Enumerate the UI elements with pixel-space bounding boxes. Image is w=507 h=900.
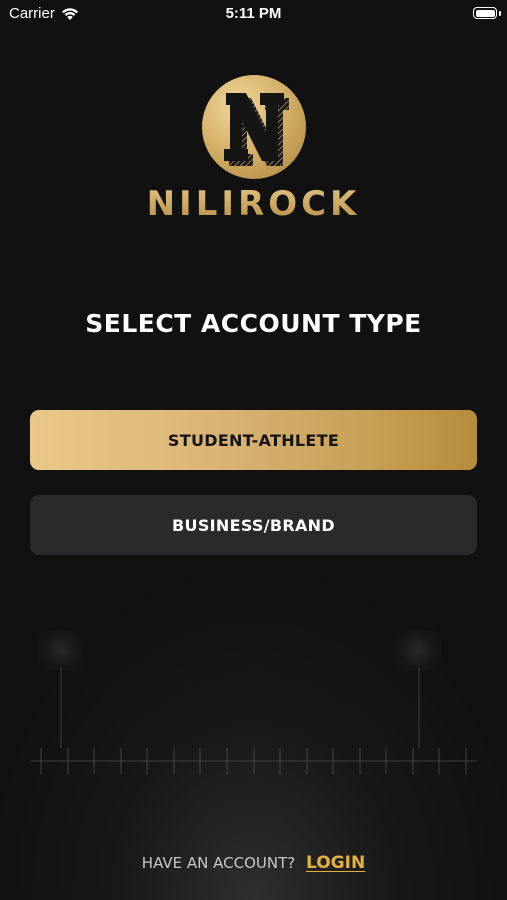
student-athlete-label: STUDENT-ATHLETE [167, 430, 340, 450]
account-type-screen: Carrier 5:11 PM N NILIROCK SELECT ACCOUN… [0, 0, 507, 900]
brand-name: NILIROCK [0, 184, 507, 224]
business-brand-button[interactable]: BUSINESS/BRAND [30, 495, 477, 555]
login-link[interactable]: LOGIN [306, 853, 365, 873]
student-athlete-button[interactable]: STUDENT-ATHLETE [30, 410, 477, 470]
fence [40, 748, 467, 778]
logo-letter-graphic: N [202, 75, 289, 166]
business-brand-label: BUSINESS/BRAND [172, 515, 335, 535]
battery-cap [499, 11, 501, 16]
logo-letter: N [202, 75, 203, 76]
battery-icon [473, 7, 497, 19]
status-time: 5:11 PM [225, 5, 282, 22]
brand-logo: N [202, 75, 306, 179]
status-bar: Carrier 5:11 PM [0, 0, 507, 28]
have-account-text: HAVE AN ACCOUNT? [141, 854, 296, 872]
page-title: SELECT ACCOUNT TYPE [85, 309, 422, 338]
login-prompt-row: HAVE AN ACCOUNT? LOGIN [0, 853, 507, 873]
stadium-lights [0, 610, 507, 748]
